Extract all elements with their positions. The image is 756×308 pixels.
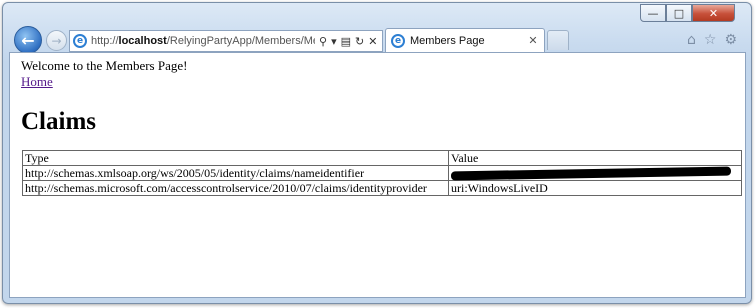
claim-type-cell: http://schemas.microsoft.com/accesscontr… — [22, 180, 449, 196]
window-caption-buttons: — □ ✕ — [640, 4, 735, 22]
address-bar-tools: ⚲ ▾ ▤ ↻ ✕ — [319, 35, 377, 48]
tab-members-page[interactable]: e Members Page ✕ — [385, 28, 545, 52]
maximize-icon[interactable]: □ — [666, 4, 692, 22]
stop-icon[interactable]: ✕ — [368, 35, 377, 48]
tab-title: Members Page — [410, 34, 485, 47]
home-link[interactable]: Home — [21, 74, 53, 89]
claim-value-cell — [448, 165, 742, 181]
claim-value-cell: uri:WindowsLiveID — [448, 180, 742, 196]
back-arrow-icon[interactable]: ← — [14, 26, 42, 54]
dropdown-arrow-icon[interactable]: ▾ — [331, 35, 337, 48]
refresh-icon[interactable]: ↻ — [355, 35, 364, 48]
browser-window: — □ ✕ ← → e http://localhost/RelyingPart… — [2, 2, 752, 304]
address-bar[interactable]: e http://localhost/RelyingPartyApp/Membe… — [69, 30, 383, 52]
redaction-mark — [450, 166, 732, 181]
compatibility-view-icon[interactable]: ▤ — [341, 35, 351, 48]
claim-type-cell: http://schemas.xmlsoap.org/ws/2005/05/id… — [22, 165, 449, 181]
tab-close-icon[interactable]: ✕ — [525, 34, 541, 47]
home-icon[interactable]: ⌂ — [687, 32, 696, 48]
url-text[interactable]: http://localhost/RelyingPartyApp/Members… — [91, 35, 315, 47]
minimize-icon[interactable]: — — [640, 4, 666, 22]
favorites-star-icon[interactable]: ☆ — [704, 32, 717, 48]
close-window-icon[interactable]: ✕ — [692, 4, 735, 22]
tools-gear-icon[interactable]: ⚙ — [724, 32, 737, 48]
page-content: Welcome to the Members Page! Home Claims… — [9, 52, 746, 298]
column-header-type: Type — [22, 150, 449, 166]
ie-logo-icon: e — [391, 33, 405, 48]
browser-tools: ⌂ ☆ ⚙ — [687, 32, 737, 48]
new-tab-button[interactable] — [547, 30, 569, 50]
page-title: Claims — [21, 108, 96, 135]
claims-table: Type Value http://schemas.xmlsoap.org/ws… — [22, 150, 742, 196]
column-header-value: Value — [448, 150, 742, 166]
table-row: http://schemas.xmlsoap.org/ws/2005/05/id… — [22, 165, 742, 181]
ie-logo-icon: e — [73, 34, 87, 48]
welcome-text: Welcome to the Members Page! — [21, 58, 188, 73]
forward-arrow-icon[interactable]: → — [46, 30, 67, 51]
table-header-row: Type Value — [22, 150, 742, 166]
search-icon[interactable]: ⚲ — [319, 35, 327, 48]
table-row: http://schemas.microsoft.com/accesscontr… — [22, 180, 742, 196]
